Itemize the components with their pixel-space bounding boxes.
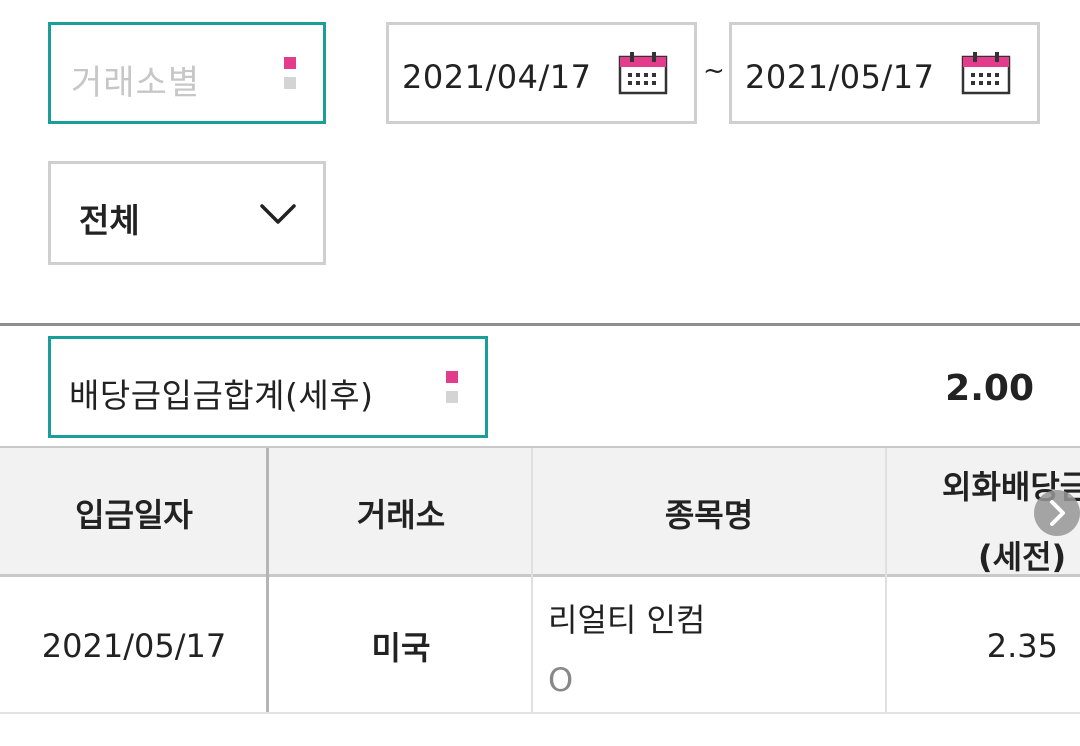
date-start-field[interactable]: 2021/04/17 (386, 22, 697, 124)
col-header-name: 종목명 (664, 495, 754, 534)
chevron-right-icon (1050, 500, 1065, 526)
dividend-table: 입금일자 거래소 종목명 외화배당금 (세전) 2021/05/17 미국 리얼… (0, 446, 1080, 716)
type-filter-dropdown[interactable]: 전체 (48, 161, 326, 265)
cell-exchange: 미국 (371, 628, 431, 667)
cell-date: 2021/05/17 (41, 626, 227, 665)
chevron-down-icon (260, 204, 296, 224)
cell-stock-name[interactable]: 리얼티 인컴 O (548, 577, 878, 714)
summary-value: 2.00 (945, 368, 1034, 409)
date-end-value: 2021/05/17 (745, 58, 935, 96)
stock-name: 리얼티 인컴 (548, 601, 706, 639)
col-header-exchange: 거래소 (356, 495, 446, 534)
type-filter-value: 전체 (79, 201, 140, 240)
col-header-date: 입금일자 (75, 495, 193, 534)
sort-arrows-icon (446, 371, 458, 403)
summary-type-select[interactable]: 배당금입금합계(세후) (48, 336, 488, 438)
col-header-amount-line2: (세전) (978, 538, 1067, 576)
date-end-field[interactable]: 2021/05/17 (729, 22, 1040, 124)
cell-amount: 2.35 (986, 626, 1058, 665)
sort-arrows-icon (284, 57, 296, 89)
calendar-icon[interactable] (961, 51, 1011, 95)
date-start-value: 2021/04/17 (402, 58, 592, 96)
exchange-placeholder: 거래소별 (71, 63, 201, 103)
exchange-select[interactable]: 거래소별 (48, 22, 326, 124)
summary-label: 배당금입금합계(세후) (69, 376, 374, 415)
section-divider (0, 323, 1080, 326)
date-separator: ~ (703, 56, 725, 86)
stock-ticker: O (548, 661, 574, 699)
scroll-right-button[interactable] (1034, 490, 1080, 536)
calendar-icon[interactable] (618, 51, 668, 95)
